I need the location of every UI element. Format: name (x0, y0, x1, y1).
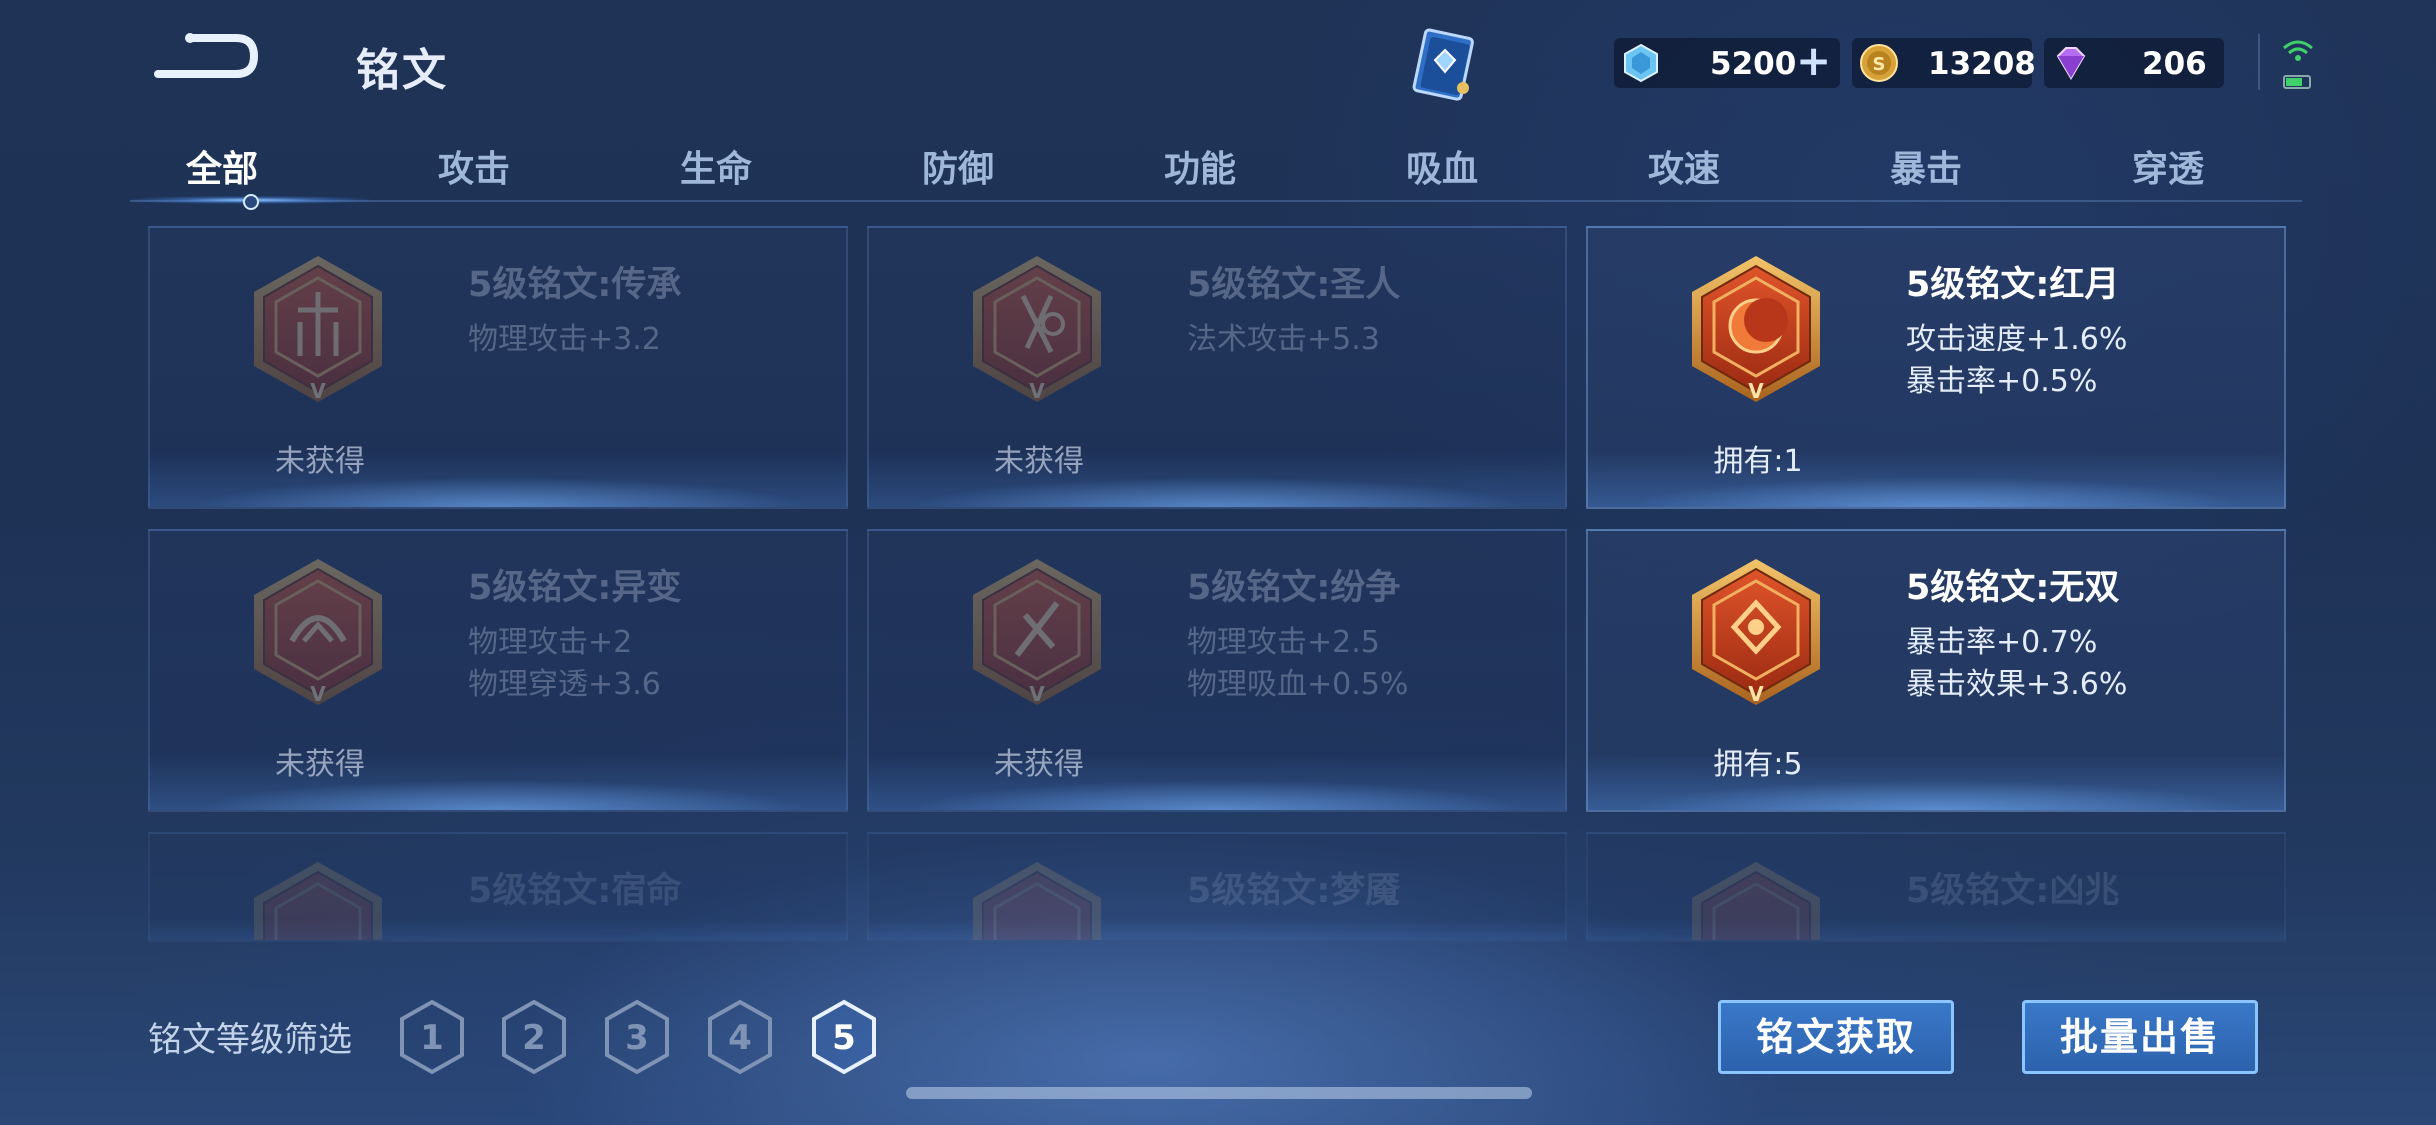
rune-status: 未获得 (275, 444, 365, 479)
rune-status: 未获得 (275, 747, 365, 782)
rune-name: 5级铭文:纷争 (1187, 568, 1401, 608)
home-indicator (906, 1087, 1532, 1099)
tab-defense[interactable]: 防御 (868, 140, 1048, 192)
rune-legacy-icon (252, 254, 384, 405)
purple-gem-icon (2056, 47, 2086, 80)
rune-name: 5级铭文:宿命 (468, 871, 682, 911)
divider (2258, 34, 2260, 90)
level-filter-1[interactable]: 1 (396, 998, 468, 1076)
active-tab-dot (243, 194, 259, 210)
svg-text:S: S (1873, 54, 1886, 75)
rune-owned-count: 拥有:5 (1713, 747, 1803, 782)
tab-attack-speed[interactable]: 攻速 (1594, 140, 1774, 192)
diamond-count: 5200 (1710, 46, 1797, 82)
gold-currency: S 13208 (1852, 38, 2036, 88)
card-glow (909, 780, 1529, 810)
rune-name: 5级铭文:圣人 (1187, 265, 1401, 305)
tab-penetration[interactable]: 穿透 (2078, 140, 2258, 192)
get-rune-button[interactable]: 铭文获取 (1718, 1000, 1954, 1074)
back-arrow-icon[interactable] (150, 28, 260, 88)
rune-status: 未获得 (994, 747, 1084, 782)
rune-omen-icon (1690, 860, 1822, 940)
rune-book-icon[interactable] (1405, 28, 1485, 106)
rune-stat: 暴击效果+3.6% (1906, 667, 2128, 702)
level-label: 3 (625, 1018, 649, 1058)
tab-underline (130, 200, 2302, 202)
level-filter-4[interactable]: 4 (704, 998, 776, 1076)
rune-strife-icon (971, 557, 1103, 708)
rune-stat: 物理攻击+3.2 (468, 322, 661, 357)
rune-card[interactable]: 5级铭文:梦魇 (867, 832, 1567, 942)
rune-card[interactable]: 5级铭文:圣人 法术攻击+5.3 未获得 (867, 226, 1567, 509)
rune-mutation-icon (252, 557, 384, 708)
rune-card[interactable]: 5级铭文:凶兆 (1586, 832, 2286, 942)
rune-name: 5级铭文:梦魇 (1187, 871, 1401, 911)
diamond-icon (1624, 43, 1658, 83)
rune-name: 5级铭文:无双 (1906, 568, 2120, 608)
rune-card[interactable]: 5级铭文:异变 物理攻击+2 物理穿透+3.6 未获得 (148, 529, 848, 812)
rune-stat: 物理吸血+0.5% (1187, 667, 1409, 702)
card-glow (1628, 780, 2248, 810)
rune-fate-icon (252, 860, 384, 940)
card-glow (909, 477, 1529, 507)
card-glow (1628, 477, 2248, 507)
rune-stat: 物理攻击+2 (468, 625, 633, 660)
rune-stat: 物理攻击+2.5 (1187, 625, 1380, 660)
rune-card[interactable]: 5级铭文:无双 暴击率+0.7% 暴击效果+3.6% 拥有:5 (1586, 529, 2286, 812)
add-currency-button[interactable]: + (1796, 36, 1831, 85)
rune-name: 5级铭文:凶兆 (1906, 871, 2120, 911)
rune-card[interactable]: 5级铭文:红月 攻击速度+1.6% 暴击率+0.5% 拥有:1 (1586, 226, 2286, 509)
rune-nightmare-icon (971, 860, 1103, 940)
rune-stat: 物理穿透+3.6 (468, 667, 661, 702)
rune-name: 5级铭文:红月 (1906, 265, 2120, 305)
tab-attack[interactable]: 攻击 (384, 140, 564, 192)
diamond-currency: 5200 + (1614, 36, 1840, 88)
category-tabs: 全部 攻击 生命 防御 功能 吸血 攻速 暴击 穿透 (130, 130, 2302, 204)
bulk-sell-button[interactable]: 批量出售 (2022, 1000, 2258, 1074)
tab-all[interactable]: 全部 (132, 140, 312, 192)
level-label: 5 (832, 1018, 856, 1058)
level-filter-5[interactable]: 5 (808, 998, 880, 1076)
rune-status: 未获得 (994, 444, 1084, 479)
rune-name: 5级铭文:传承 (468, 265, 682, 305)
rune-owned-count: 拥有:1 (1713, 444, 1803, 479)
gem-currency: 206 (2044, 38, 2224, 88)
rune-stat: 攻击速度+1.6% (1906, 322, 2128, 357)
tab-health[interactable]: 生命 (626, 140, 806, 192)
tab-critical[interactable]: 暴击 (1836, 140, 2016, 192)
level-label: 1 (420, 1018, 444, 1058)
rune-card[interactable]: 5级铭文:宿命 (148, 832, 848, 942)
level-label: 2 (522, 1018, 546, 1058)
rune-name: 5级铭文:异变 (468, 568, 682, 608)
gold-coin-icon: S (1860, 44, 1898, 82)
level-filter-3[interactable]: 3 (601, 998, 673, 1076)
rune-peerless-icon (1690, 557, 1822, 708)
rune-stat: 法术攻击+5.3 (1187, 322, 1380, 357)
rune-red-moon-icon (1690, 254, 1822, 405)
card-glow (190, 477, 810, 507)
level-filter-2[interactable]: 2 (498, 998, 570, 1076)
level-filter-label: 铭文等级筛选 (148, 1020, 352, 1060)
gold-count: 13208 (1928, 46, 2036, 82)
tab-function[interactable]: 功能 (1110, 140, 1290, 192)
rune-card[interactable]: 5级铭文:纷争 物理攻击+2.5 物理吸血+0.5% 未获得 (867, 529, 1567, 812)
tab-lifesteal[interactable]: 吸血 (1352, 140, 1532, 192)
gem-count: 206 (2142, 46, 2207, 82)
rune-stat: 暴击率+0.5% (1906, 364, 2098, 399)
level-label: 4 (728, 1018, 752, 1058)
page-title: 铭文 (356, 45, 448, 96)
card-glow (190, 780, 810, 810)
rune-card[interactable]: 5级铭文:传承 物理攻击+3.2 未获得 (148, 226, 848, 509)
rune-sage-icon (971, 254, 1103, 405)
wifi-battery-icon (2283, 40, 2313, 89)
rune-stat: 暴击率+0.7% (1906, 625, 2098, 660)
